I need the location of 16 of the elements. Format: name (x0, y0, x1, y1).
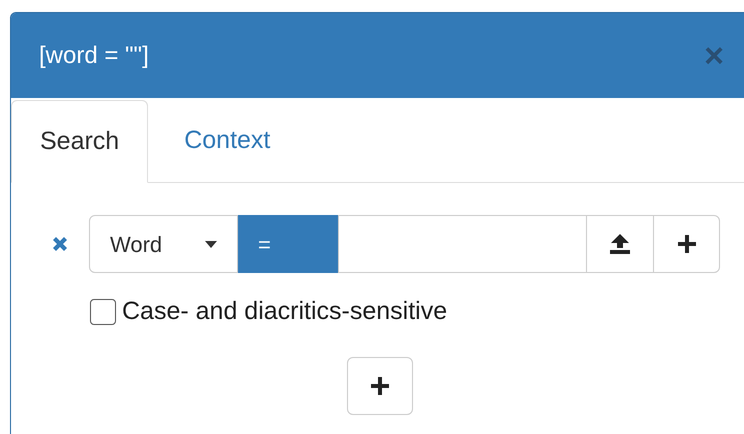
plus-icon (370, 376, 390, 396)
upload-icon (609, 234, 631, 254)
add-condition-button[interactable] (347, 356, 413, 414)
checkbox[interactable] (90, 298, 116, 325)
checkbox-label: Case- and diacritics-sensitive (122, 296, 448, 327)
tab[interactable]: Context (148, 99, 306, 182)
add-button[interactable] (654, 215, 720, 273)
tab[interactable]: Search (11, 100, 148, 183)
operator-button[interactable]: = (238, 215, 338, 273)
caret-icon (205, 240, 217, 248)
field-dropdown[interactable]: Word (89, 215, 238, 273)
remove-icon[interactable] (51, 235, 69, 253)
value-input[interactable] (338, 215, 587, 273)
dialog-title: [word = ""] (39, 40, 149, 70)
plus-icon (676, 234, 696, 254)
upload-button[interactable] (587, 215, 654, 273)
